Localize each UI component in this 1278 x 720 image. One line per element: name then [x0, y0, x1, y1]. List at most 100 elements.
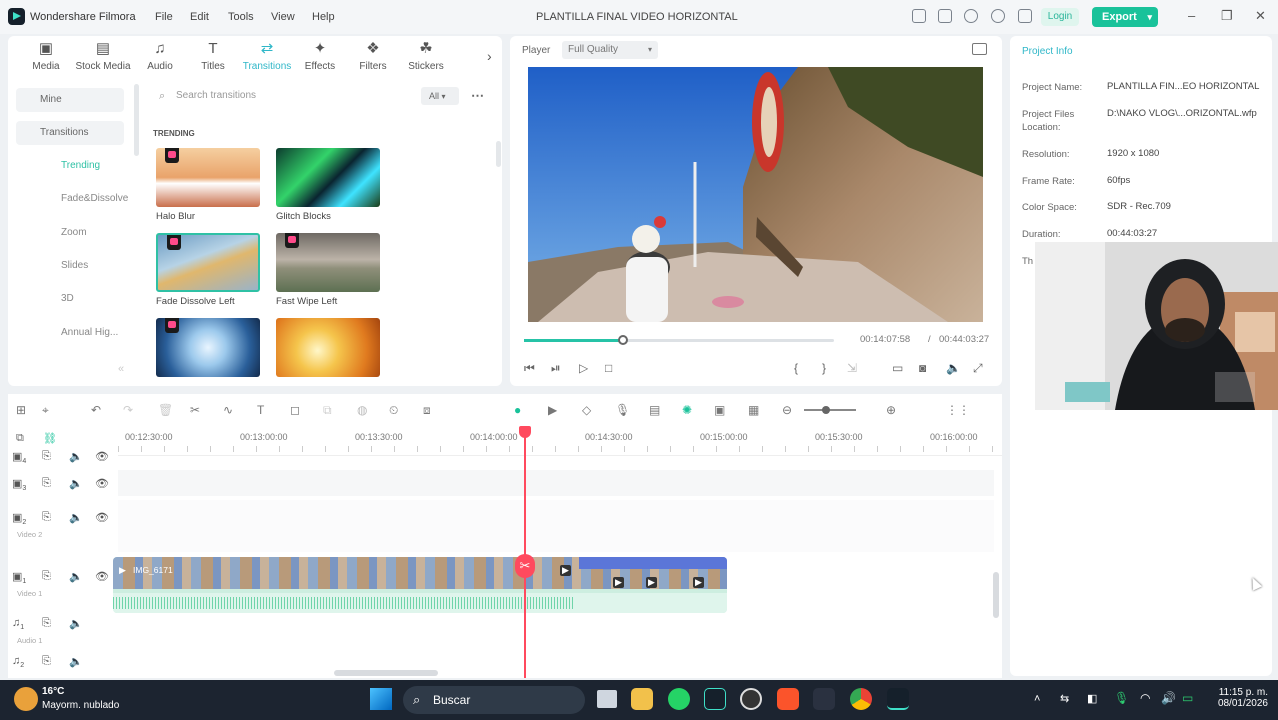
- select-tool-icon[interactable]: ⌖: [42, 403, 49, 418]
- timeline-ruler[interactable]: 00:12:30:00 00:13:00:00 00:13:30:00 00:1…: [118, 426, 1002, 456]
- tab-stock-media[interactable]: ▤ Stock Media: [75, 41, 131, 73]
- menu-file[interactable]: File: [155, 11, 173, 23]
- support-icon[interactable]: [991, 9, 1005, 23]
- folder-icon[interactable]: ⎘: [42, 655, 51, 668]
- close-icon[interactable]: ✕: [1255, 8, 1266, 24]
- track-row-video2[interactable]: [118, 500, 994, 552]
- search-transitions-input[interactable]: ⌕ Search transitions: [154, 86, 404, 106]
- zoom-in-icon[interactable]: ⊕: [886, 403, 896, 417]
- menu-help[interactable]: Help: [312, 11, 335, 23]
- volume-icon[interactable]: 🔈: [69, 617, 83, 630]
- link-icon[interactable]: ⛓: [43, 432, 57, 445]
- split-icon[interactable]: ✂: [190, 403, 200, 417]
- brave-browser-icon[interactable]: [777, 688, 799, 710]
- login-button[interactable]: Login: [1041, 8, 1079, 26]
- maximize-icon[interactable]: ❐: [1221, 8, 1233, 24]
- filmora-taskbar-icon[interactable]: [704, 688, 726, 710]
- speed-icon[interactable]: ⏲: [389, 403, 398, 418]
- transition-thumb-fade-dissolve-left[interactable]: [156, 233, 260, 292]
- folder-icon[interactable]: ⎘: [42, 477, 51, 490]
- speaker-icon[interactable]: 🔊: [1161, 691, 1176, 705]
- playback-progress-bar[interactable]: [524, 335, 834, 345]
- file-explorer-icon[interactable]: [631, 688, 653, 710]
- text-icon[interactable]: T: [257, 403, 264, 417]
- microphone-icon[interactable]: 🎙: [615, 403, 630, 417]
- whatsapp-icon[interactable]: [668, 688, 690, 710]
- timeline-scrollbar[interactable]: [334, 670, 438, 676]
- timeline-vscrollbar[interactable]: [993, 572, 999, 618]
- zoom-slider-handle[interactable]: [822, 406, 830, 414]
- crop-icon[interactable]: ◻: [290, 403, 300, 417]
- add-track-icon[interactable]: ⧉: [16, 432, 24, 445]
- transform-icon[interactable]: ⧉: [323, 403, 332, 418]
- system-clock[interactable]: 11:15 p. m. 08/01/2026: [1218, 687, 1268, 709]
- zoom-out-icon[interactable]: ⊖: [782, 403, 792, 417]
- volume-icon[interactable]: 🔈: [69, 655, 83, 668]
- layout-grid-icon[interactable]: ⊞: [16, 403, 26, 417]
- previous-frame-icon[interactable]: ⏮: [524, 361, 535, 376]
- tab-transitions[interactable]: ⇄ Transitions: [239, 41, 295, 73]
- tab-filters[interactable]: ❖ Filters: [345, 41, 401, 73]
- redo-icon[interactable]: ↷: [123, 403, 133, 417]
- menu-edit[interactable]: Edit: [190, 11, 209, 23]
- folder-icon[interactable]: ⎘: [42, 570, 51, 583]
- tab-audio[interactable]: ♫ Audio: [132, 41, 188, 73]
- folder-icon[interactable]: ⎘: [42, 511, 51, 524]
- display-icon[interactable]: ▭: [892, 361, 903, 375]
- tray-icon[interactable]: ⇆: [1060, 692, 1069, 705]
- apps-grid-icon[interactable]: [1018, 9, 1032, 23]
- layout-icon[interactable]: [912, 9, 926, 23]
- menu-tools[interactable]: Tools: [228, 11, 254, 23]
- tab-project-info[interactable]: Project Info: [1022, 46, 1073, 57]
- fullscreen-icon[interactable]: ⤢: [973, 361, 983, 376]
- eye-icon[interactable]: 👁: [95, 511, 109, 524]
- sidebar-item-slides[interactable]: Slides: [16, 254, 124, 278]
- volume-icon[interactable]: 🔈: [69, 450, 83, 463]
- volume-icon[interactable]: 🔈: [946, 361, 961, 375]
- export-button[interactable]: Export ▾: [1092, 7, 1158, 27]
- scissors-icon[interactable]: ✂: [515, 554, 535, 578]
- eye-icon[interactable]: 👁: [95, 570, 109, 583]
- playhead-handle[interactable]: [519, 426, 531, 438]
- transition-thumb-halo-blur[interactable]: [156, 148, 260, 207]
- tab-stickers[interactable]: ☘ Stickers: [398, 41, 454, 73]
- menu-view[interactable]: View: [271, 11, 295, 23]
- app-taskbar-icon[interactable]: [740, 688, 762, 710]
- snapshot-icon[interactable]: ▦: [748, 403, 759, 417]
- more-options-icon[interactable]: ⋯: [471, 88, 484, 104]
- filmora-active-icon[interactable]: [887, 688, 909, 710]
- tab-titles[interactable]: T Titles: [185, 41, 241, 73]
- volume-icon[interactable]: 🔈: [69, 570, 83, 583]
- eye-icon[interactable]: 👁: [95, 477, 109, 490]
- pip-icon[interactable]: ▣: [714, 403, 725, 417]
- timeline[interactable]: ⧉ ⛓ 00:12:30:00 00:13:00:00 00:13:30:00 …: [8, 426, 1002, 678]
- sidebar-item-mine[interactable]: Mine: [16, 88, 124, 112]
- transition-thumb-fast-wipe-left[interactable]: [276, 233, 380, 292]
- library-scrollbar[interactable]: [496, 141, 501, 167]
- mark-in-icon[interactable]: {: [794, 361, 798, 375]
- progress-handle[interactable]: [618, 335, 629, 345]
- video-clip[interactable]: ▶ IMG_6171 ▶ ▶ ▶ ▶: [113, 557, 727, 613]
- weather-icon[interactable]: [14, 687, 38, 711]
- undo-icon[interactable]: ↶: [91, 403, 101, 417]
- transition-thumb-golden-flare[interactable]: [276, 318, 380, 377]
- folder-icon[interactable]: ⎘: [42, 617, 51, 630]
- sidebar-item-annual[interactable]: Annual Hig...: [16, 321, 124, 345]
- weather-temp[interactable]: 16°C: [42, 686, 64, 697]
- save-icon[interactable]: [938, 9, 952, 23]
- ai-icon[interactable]: ✺: [682, 403, 692, 417]
- chrome-icon[interactable]: [850, 688, 872, 710]
- volume-icon[interactable]: 🔈: [69, 477, 83, 490]
- marker-icon[interactable]: ◇: [582, 403, 591, 417]
- microphone-icon[interactable]: 🎙: [1114, 691, 1129, 705]
- task-view-icon[interactable]: [597, 690, 617, 708]
- camera-icon[interactable]: ◙: [919, 361, 926, 375]
- auto-highlight-icon[interactable]: ●: [514, 403, 521, 417]
- clip-copy-icon[interactable]: ⧈: [423, 403, 431, 418]
- play-backward-icon[interactable]: ⏯: [551, 361, 561, 376]
- sidebar-scrollbar[interactable]: [134, 84, 139, 156]
- minimize-icon[interactable]: –: [1188, 8, 1195, 23]
- color-icon[interactable]: ◍: [357, 403, 367, 417]
- tab-media[interactable]: ▣ Media: [18, 41, 74, 73]
- sidebar-item-trending[interactable]: Trending: [16, 154, 124, 178]
